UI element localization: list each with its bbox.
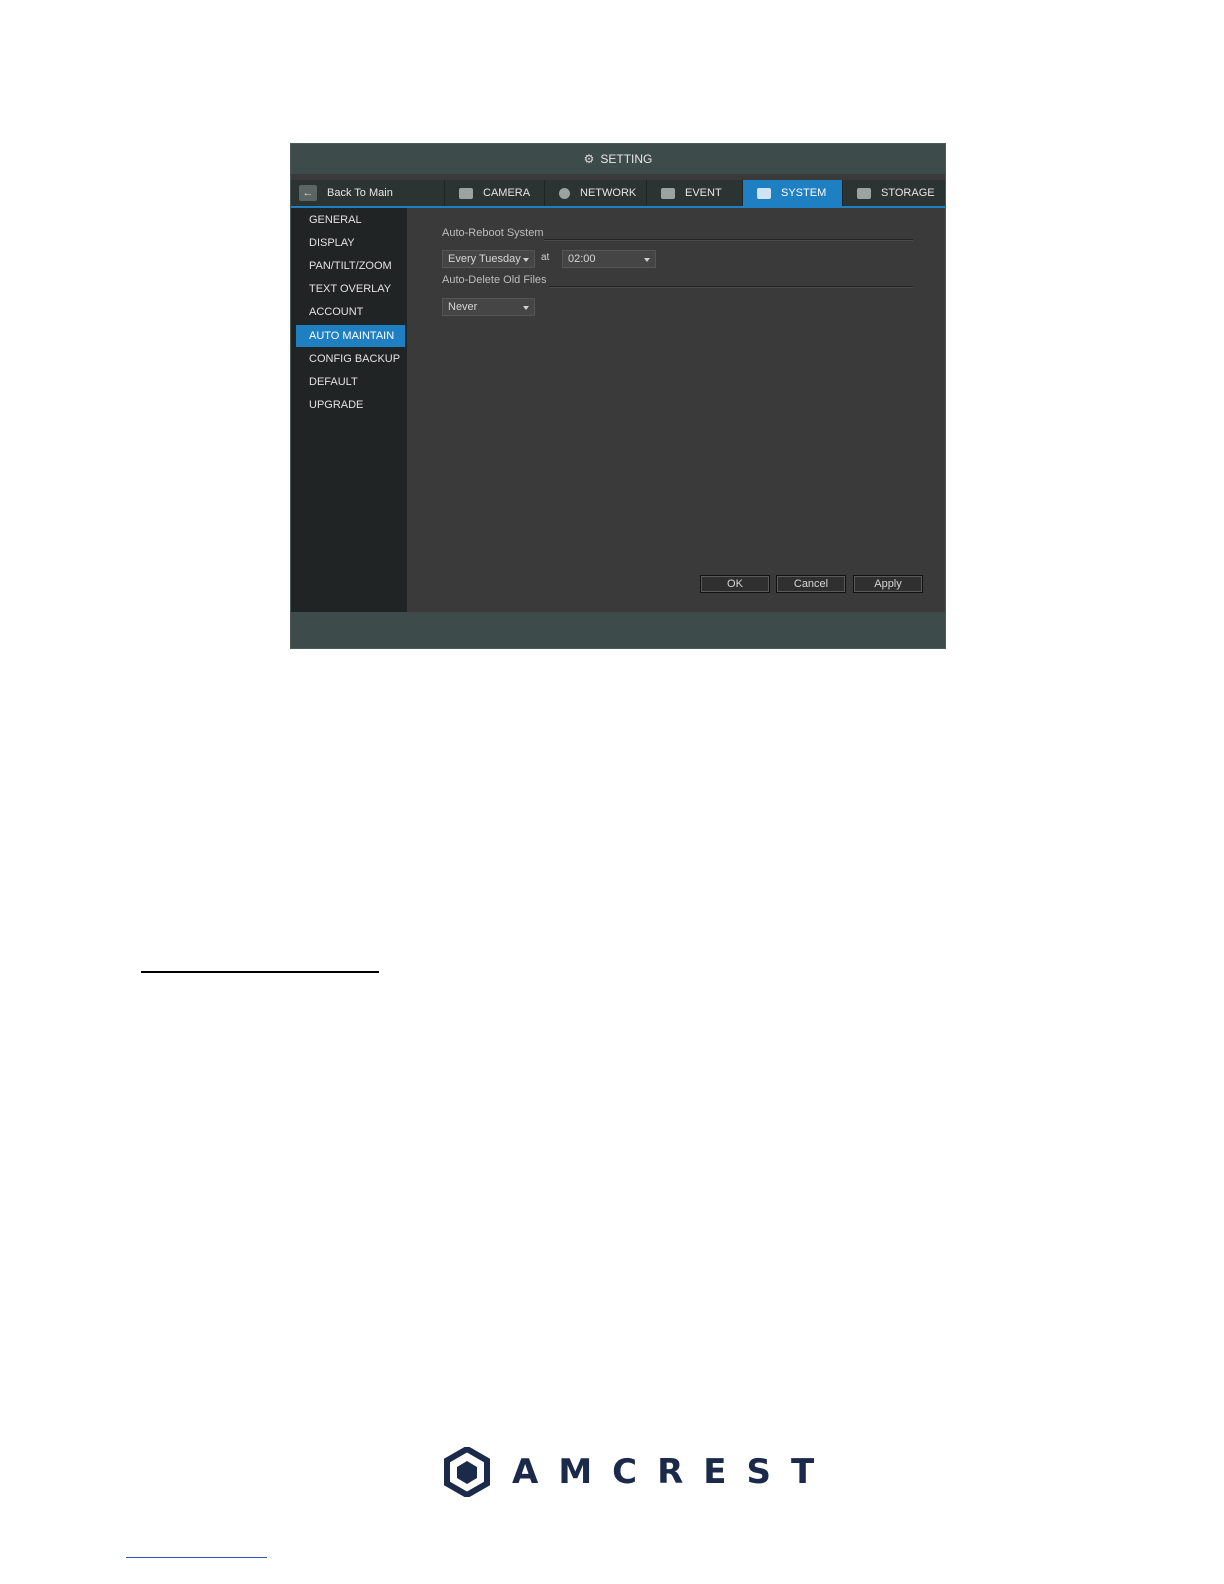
- sidebar-item-general[interactable]: GENERAL: [296, 209, 405, 231]
- tab-network-label: NETWORK: [580, 187, 637, 199]
- sidebar-item-label: UPGRADE: [309, 399, 364, 411]
- chevron-down-icon: [523, 306, 529, 310]
- sidebar-item-upgrade[interactable]: UPGRADE: [296, 394, 405, 416]
- dvr-settings-window: ⚙ SETTING ← Back To Main CAMERA NETWORK …: [290, 143, 946, 649]
- sidebar-item-label: PAN/TILT/ZOOM: [309, 260, 392, 272]
- reboot-time-value: 02:00: [568, 253, 596, 265]
- sidebar-item-label: DISPLAY: [309, 237, 355, 249]
- event-icon: [661, 187, 675, 199]
- apply-button[interactable]: Apply: [853, 575, 923, 593]
- tab-system[interactable]: SYSTEM: [742, 180, 842, 206]
- tab-storage-label: STORAGE: [881, 187, 935, 199]
- sidebar-item-label: GENERAL: [309, 214, 362, 226]
- sidebar: GENERAL DISPLAY PAN/TILT/ZOOM TEXT OVERL…: [291, 208, 407, 612]
- sidebar-item-label: AUTO MAINTAIN: [309, 330, 395, 342]
- tab-camera[interactable]: CAMERA: [444, 180, 544, 206]
- back-to-main-label: Back To Main: [327, 187, 393, 199]
- sidebar-item-label: ACCOUNT: [309, 306, 364, 318]
- storage-icon: [857, 187, 871, 199]
- camera-icon: [459, 187, 473, 199]
- ok-button[interactable]: OK: [700, 575, 770, 593]
- sidebar-item-config-backup[interactable]: CONFIG BACKUP: [296, 348, 405, 370]
- back-arrow-icon: ←: [299, 185, 317, 201]
- amcrest-hexagon-icon: [444, 1447, 490, 1497]
- underline-rule: [141, 971, 379, 973]
- section-divider: [549, 286, 913, 288]
- footer-link-underline[interactable]: [126, 1557, 267, 1558]
- network-icon: [559, 187, 570, 199]
- amcrest-logo: AMCREST: [444, 1447, 834, 1497]
- at-label: at: [541, 252, 550, 263]
- window-title: SETTING: [600, 152, 653, 166]
- reboot-day-select[interactable]: Every Tuesday: [442, 250, 535, 268]
- cancel-button[interactable]: Cancel: [776, 575, 846, 593]
- auto-delete-title: Auto-Delete Old Files: [442, 274, 547, 286]
- sidebar-item-text-overlay[interactable]: TEXT OVERLAY: [296, 278, 405, 300]
- sidebar-item-display[interactable]: DISPLAY: [296, 232, 405, 254]
- system-icon: [757, 187, 771, 199]
- auto-maintain-panel: Auto-Reboot System Every Tuesday at 02:0…: [409, 208, 945, 612]
- tab-event[interactable]: EVENT: [646, 180, 742, 206]
- brand-name: AMCREST: [512, 1452, 835, 1492]
- top-nav: ← Back To Main CAMERA NETWORK EVENT SYST…: [291, 180, 945, 208]
- sidebar-item-pan-tilt-zoom[interactable]: PAN/TILT/ZOOM: [296, 255, 405, 277]
- tab-event-label: EVENT: [685, 187, 722, 199]
- section-divider: [544, 239, 913, 241]
- sidebar-item-label: TEXT OVERLAY: [309, 283, 392, 295]
- sidebar-item-auto-maintain[interactable]: AUTO MAINTAIN: [296, 325, 405, 347]
- sidebar-item-label: CONFIG BACKUP: [309, 353, 401, 365]
- auto-delete-value: Never: [448, 301, 478, 313]
- tab-network[interactable]: NETWORK: [544, 180, 646, 206]
- chevron-down-icon: [523, 258, 529, 262]
- back-to-main-button[interactable]: ← Back To Main: [299, 180, 393, 206]
- sidebar-item-account[interactable]: ACCOUNT: [296, 301, 405, 323]
- sidebar-item-default[interactable]: DEFAULT: [296, 371, 405, 393]
- auto-delete-select[interactable]: Never: [442, 298, 535, 316]
- reboot-day-value: Every Tuesday: [448, 253, 521, 265]
- status-bar: [291, 612, 945, 648]
- tab-camera-label: CAMERA: [483, 187, 531, 199]
- auto-reboot-title: Auto-Reboot System: [442, 227, 544, 239]
- title-bar: ⚙ SETTING: [291, 144, 945, 174]
- sidebar-item-label: DEFAULT: [309, 376, 358, 388]
- tab-storage[interactable]: STORAGE: [842, 180, 945, 206]
- chevron-down-icon: [644, 258, 650, 262]
- reboot-time-select[interactable]: 02:00: [562, 250, 656, 268]
- tab-system-label: SYSTEM: [781, 187, 827, 199]
- setting-gear-icon: ⚙: [583, 152, 595, 166]
